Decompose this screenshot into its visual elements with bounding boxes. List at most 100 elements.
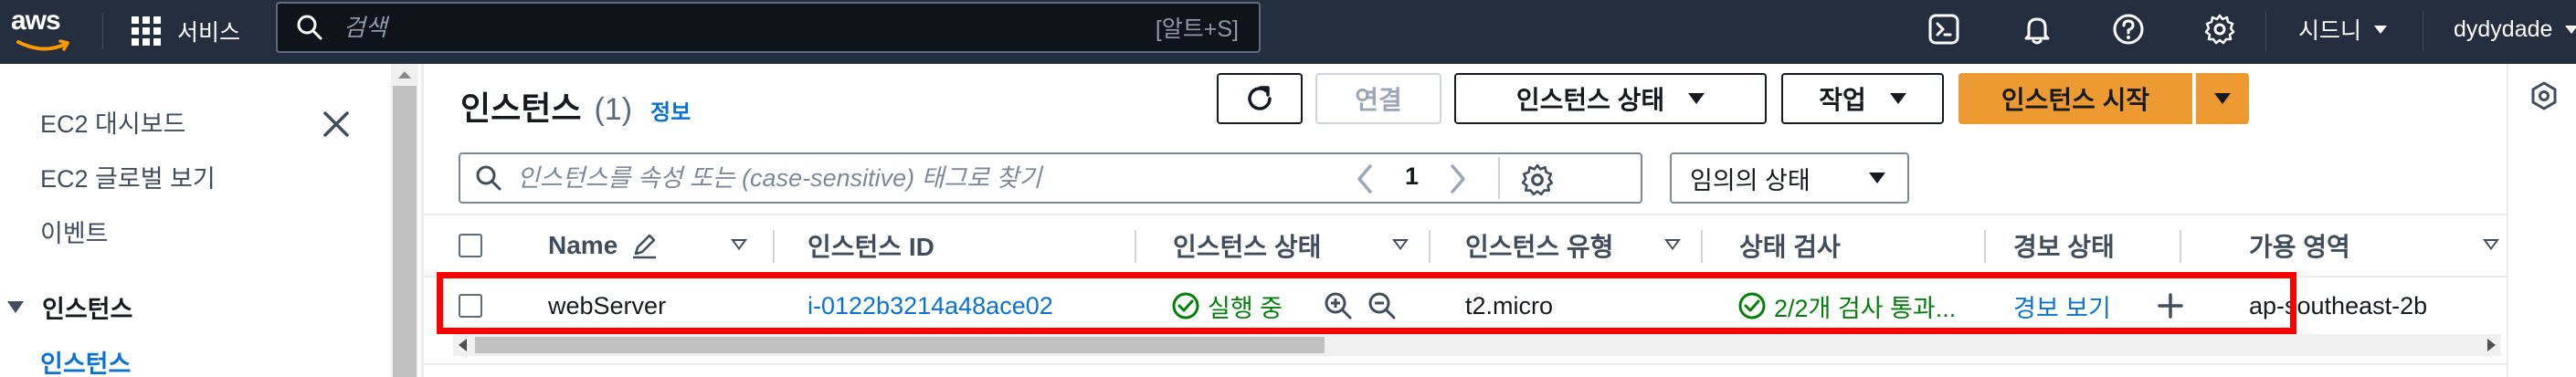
settings-button[interactable]: [2201, 11, 2238, 47]
account-label: dydydade: [2454, 16, 2553, 42]
column-header-instance-id[interactable]: 인스턴스 ID: [808, 215, 934, 276]
column-resizer[interactable]: [773, 230, 775, 263]
apps-grid-icon: [132, 16, 161, 46]
zoom-out-icon[interactable]: [1367, 290, 1398, 321]
column-label: Name: [548, 231, 618, 259]
connect-button[interactable]: 연결: [1315, 73, 1441, 124]
sort-icon[interactable]: [2483, 239, 2499, 250]
chevron-down-icon: [2374, 25, 2388, 34]
nav-divider: [2265, 11, 2266, 51]
column-resizer[interactable]: [1135, 230, 1136, 263]
caret-down-icon: [1869, 173, 1885, 183]
page-number[interactable]: 1: [1405, 162, 1419, 191]
plus-icon[interactable]: [2156, 291, 2185, 320]
check-circle-icon: [1738, 292, 1766, 319]
help-button[interactable]: [2110, 11, 2147, 47]
search-icon: [297, 15, 322, 40]
availability-zone-cell: ap-southeast-2b: [2249, 291, 2428, 319]
column-header-instance-type[interactable]: 인스턴스 유형: [1465, 215, 1613, 276]
notifications-button[interactable]: [2019, 11, 2055, 47]
instance-type-cell: t2.micro: [1465, 291, 1554, 319]
actions-button[interactable]: 작업: [1781, 73, 1944, 124]
refresh-button[interactable]: [1217, 73, 1303, 124]
table-row[interactable]: webServer i-0122b3214a48ace02 실행 중 t2.mi…: [424, 278, 2507, 334]
global-search-input[interactable]: [343, 13, 1156, 42]
column-header-alarm-status[interactable]: 경보 상태: [2013, 215, 2115, 276]
edit-pencil-icon: [633, 234, 657, 259]
column-resizer[interactable]: [1429, 230, 1431, 263]
column-resizer[interactable]: [2180, 230, 2181, 263]
page-header: 인스턴스 (1) 정보: [460, 82, 691, 130]
gear-icon[interactable]: [1520, 162, 1555, 197]
row-select-checkbox[interactable]: [459, 294, 482, 318]
select-all-checkbox[interactable]: [459, 234, 482, 257]
search-shortcut-hint: [알트+S]: [1155, 16, 1239, 42]
sort-icon[interactable]: [1664, 239, 1681, 250]
view-alarms-link[interactable]: 경보 보기: [2013, 278, 2111, 334]
actions-label: 작업: [1819, 86, 1866, 114]
hexagon-settings-icon[interactable]: [2528, 80, 2560, 111]
scroll-right-arrow-icon[interactable]: [2487, 339, 2496, 351]
top-navigation: aws 서비스 [알트+S]: [0, 0, 2576, 64]
instance-state-button[interactable]: 인스턴스 상태: [1454, 73, 1767, 124]
services-menu-button[interactable]: 서비스: [132, 13, 240, 49]
nav-divider: [102, 13, 103, 49]
global-search[interactable]: [알트+S]: [276, 2, 1261, 53]
page-title: 인스턴스: [460, 89, 582, 127]
caret-down-icon: [1889, 93, 1906, 104]
scroll-up-arrow-icon[interactable]: [398, 71, 411, 79]
state-filter-value: 임의의 상태: [1690, 166, 1811, 194]
account-menu[interactable]: dydydade: [2454, 11, 2576, 47]
chevron-down-icon: [2565, 25, 2576, 34]
cloudshell-button[interactable]: [1926, 11, 1962, 47]
cloudshell-icon: [1928, 14, 1959, 45]
instance-count: (1): [594, 92, 633, 127]
sidebar-item-ec2-global-view[interactable]: EC2 글로벌 보기: [40, 159, 216, 194]
column-resizer[interactable]: [1701, 230, 1703, 263]
info-link[interactable]: 정보: [650, 94, 691, 126]
instance-state-label: 인스턴스 상태: [1515, 86, 1665, 114]
table-header: Name 인스턴스 ID 인스턴스 상태 인스턴스 유형 상태 검사 경보 상태…: [424, 214, 2507, 278]
scrollbar-thumb[interactable]: [393, 86, 417, 377]
instance-id-link[interactable]: i-0122b3214a48ace02: [808, 278, 1053, 334]
sidebar-section-label: 인스턴스: [42, 296, 133, 323]
column-header-instance-state[interactable]: 인스턴스 상태: [1173, 215, 1321, 276]
region-selector[interactable]: 시드니: [2298, 11, 2388, 47]
scrollbar-thumb[interactable]: [475, 337, 1325, 353]
launch-instances-button[interactable]: 인스턴스 시작: [1958, 73, 2192, 124]
caret-down-icon: [7, 301, 24, 313]
right-utility-panel: [2507, 64, 2576, 377]
zoom-in-icon[interactable]: [1323, 290, 1354, 321]
divider: [424, 363, 2507, 365]
refresh-icon: [1248, 86, 1272, 110]
launch-options-button[interactable]: [2196, 73, 2249, 124]
sidebar-item-instances[interactable]: 인스턴스: [40, 344, 131, 377]
chevron-right-icon[interactable]: [1443, 159, 1471, 199]
sort-icon[interactable]: [1392, 239, 1409, 250]
close-icon[interactable]: [320, 108, 353, 141]
instance-name-cell: webServer: [548, 291, 667, 319]
column-header-status-check[interactable]: 상태 검사: [1739, 215, 1841, 276]
gear-icon: [2204, 14, 2235, 45]
sidebar-item-ec2-dashboard[interactable]: EC2 대시보드: [40, 104, 185, 140]
caret-down-icon: [1688, 93, 1705, 104]
sidebar-scrollbar[interactable]: [391, 64, 418, 377]
scroll-left-arrow-icon[interactable]: [459, 339, 467, 351]
table-horizontal-scrollbar[interactable]: [453, 334, 2501, 356]
help-icon: [2113, 14, 2144, 45]
chevron-left-icon[interactable]: [1352, 159, 1379, 199]
instance-filter-input[interactable]: [517, 163, 1641, 193]
sidebar-item-events[interactable]: 이벤트: [40, 214, 109, 249]
status-check-cell: 2/2개 검사 통과...: [1737, 278, 1956, 334]
column-resizer[interactable]: [1984, 230, 1986, 263]
main-content: 인스턴스 (1) 정보 연결 인스턴스 상태 작업 인스턴스 시작 인스턴스를 …: [420, 64, 2507, 377]
aws-logo[interactable]: aws: [11, 5, 80, 57]
aws-smile-icon: [16, 39, 69, 51]
column-header-name[interactable]: Name: [548, 215, 660, 276]
pager-divider: [1498, 157, 1500, 199]
sort-icon[interactable]: [731, 239, 747, 250]
state-filter-select[interactable]: 임의의 상태: [1670, 152, 1909, 204]
sidebar-section-instances[interactable]: 인스턴스: [7, 289, 132, 325]
column-header-availability-zone[interactable]: 가용 영역: [2249, 215, 2350, 276]
services-label: 서비스: [177, 20, 241, 46]
